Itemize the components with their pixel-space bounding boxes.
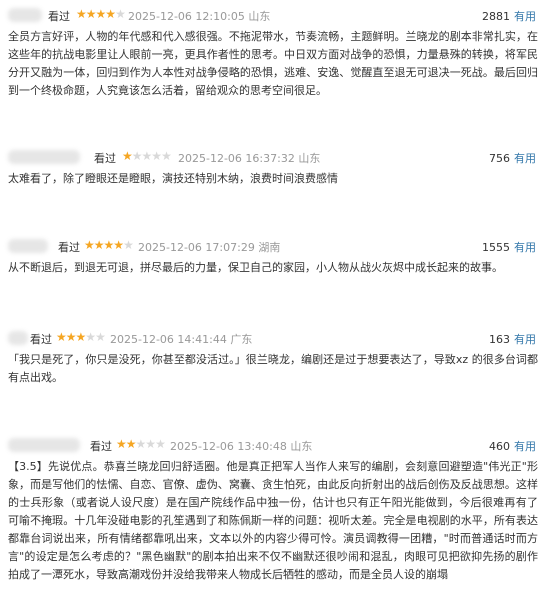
review-item: 看过 ★★★★★ 2025-12-06 13:40:48 山东 460 有用 【3… [0,434,550,589]
avatar[interactable] [8,239,48,253]
star-empty-icon: ★ [155,437,166,451]
star-filled-icon: ★ [75,330,87,344]
star-filled-icon: ★ [113,238,124,252]
useful-count: 2881 [482,10,510,23]
review-content: 「我只是死了，你只是没死，你甚至都没活过。」很兰晓龙，编剧还是过于想要表达了，导… [8,353,538,384]
useful-vote[interactable]: 163 有用 [489,331,536,347]
useful-vote[interactable]: 2881 有用 [482,8,536,24]
star-empty-icon: ★ [161,149,172,163]
rating-stars: ★★★★★ [56,330,106,344]
review-item: 看过 ★★★★★ 2025-12-06 17:07:29 湖南 1555 有用 从… [0,235,550,283]
star-empty-icon: ★ [141,149,153,163]
star-empty-icon: ★ [145,437,156,451]
star-filled-icon: ★ [85,7,97,21]
useful-vote[interactable]: 1555 有用 [482,239,536,255]
star-empty-icon: ★ [95,330,106,344]
star-filled-icon: ★ [76,7,87,21]
review-item: 看过 ★★★★★ 2025-12-06 14:41:44 广东 163 有用 「我… [0,327,550,387]
useful-vote[interactable]: 756 有用 [489,150,536,166]
rating-stars: ★★★★★ [116,437,166,451]
star-empty-icon: ★ [115,7,126,21]
star-filled-icon: ★ [105,7,116,21]
watched-label: 看过 [48,10,70,23]
watched-label: 看过 [58,241,80,254]
useful-vote[interactable]: 460 有用 [489,438,536,454]
review-content: 从不断退后，到退无可退，拼尽最后的力量，保卫自己的家园，小人物从战火灰烬中成长起… [8,261,503,274]
star-empty-icon: ★ [123,238,134,252]
review-time: 2025-12-06 16:37:32 山东 [178,152,321,165]
review-header: 看过 ★★★★★ 2025-12-06 14:41:44 广东 163 有用 [0,327,550,349]
star-empty-icon: ★ [135,437,147,451]
review-header: 看过 ★★★★★ 2025-12-06 12:10:05 山东 2881 有用 [0,4,550,26]
useful-count: 460 [489,440,510,453]
useful-button[interactable]: 有用 [514,241,536,254]
review-header: 看过 ★★★★★ 2025-12-06 17:07:29 湖南 1555 有用 [0,235,550,257]
star-filled-icon: ★ [125,437,137,451]
rating-stars: ★★★★★ [122,149,172,163]
star-filled-icon: ★ [122,149,133,163]
review-time: 2025-12-06 12:10:05 山东 [128,10,271,23]
avatar[interactable] [8,8,42,22]
review-content: 全员方言好评，人物的年代感和代入感很强。不拖泥带水，节奏流畅，主题鲜明。兰晓龙的… [8,30,538,97]
useful-count: 1555 [482,241,510,254]
rating-stars: ★★★★★ [84,238,134,252]
star-empty-icon: ★ [131,149,143,163]
star-filled-icon: ★ [93,238,105,252]
useful-button[interactable]: 有用 [514,10,536,23]
watched-label: 看过 [94,152,116,165]
watched-label: 看过 [90,440,112,453]
star-filled-icon: ★ [65,330,77,344]
useful-button[interactable]: 有用 [514,440,536,453]
useful-count: 163 [489,333,510,346]
star-filled-icon: ★ [116,437,127,451]
star-empty-icon: ★ [85,330,96,344]
useful-button[interactable]: 有用 [514,152,536,165]
review-time: 2025-12-06 14:41:44 广东 [110,333,253,346]
review-item: 看过 ★★★★★ 2025-12-06 16:37:32 山东 756 有用 太难… [0,146,550,194]
review-content: 【3.5】先说优点。恭喜兰晓龙回归舒适圈。他是真正把军人当作人来写的编剧，会刻意… [8,460,538,581]
review-time: 2025-12-06 13:40:48 山东 [170,440,313,453]
star-filled-icon: ★ [103,238,115,252]
star-filled-icon: ★ [84,238,95,252]
avatar[interactable] [8,438,80,452]
useful-button[interactable]: 有用 [514,333,536,346]
star-filled-icon: ★ [95,7,107,21]
review-header: 看过 ★★★★★ 2025-12-06 16:37:32 山东 756 有用 [0,146,550,168]
rating-stars: ★★★★★ [76,7,126,21]
star-empty-icon: ★ [151,149,162,163]
watched-label: 看过 [30,333,52,346]
avatar[interactable] [8,331,28,345]
review-item: 看过 ★★★★★ 2025-12-06 12:10:05 山东 2881 有用 全… [0,4,550,99]
review-content: 太难看了，除了瞪眼还是瞪眼，演技还特别木纳，浪费时间浪费感情 [8,172,338,185]
review-header: 看过 ★★★★★ 2025-12-06 13:40:48 山东 460 有用 [0,434,550,456]
star-filled-icon: ★ [56,330,67,344]
review-time: 2025-12-06 17:07:29 湖南 [138,241,281,254]
useful-count: 756 [489,152,510,165]
avatar[interactable] [8,150,80,164]
